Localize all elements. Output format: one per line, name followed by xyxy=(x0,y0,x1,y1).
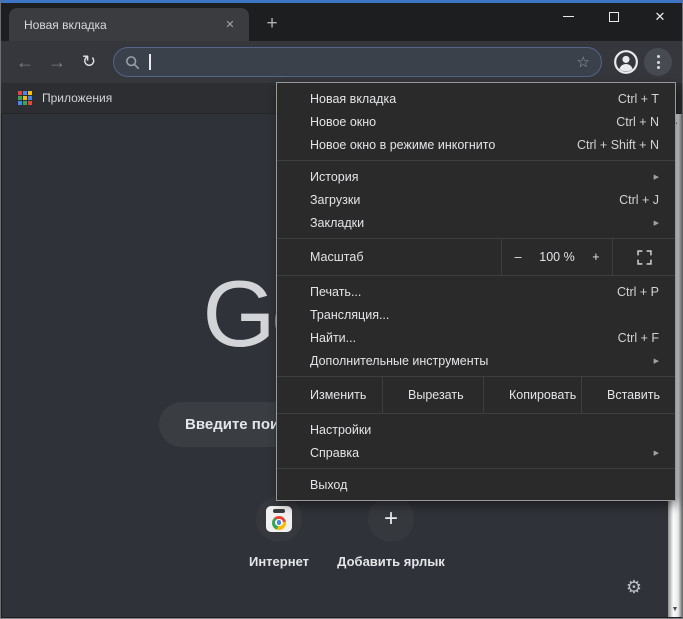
shortcut-text: Ctrl + F xyxy=(617,330,659,345)
maximize-icon xyxy=(609,11,619,22)
menu-item-cast[interactable]: Трансляция... xyxy=(277,303,675,326)
menu-item-new-window[interactable]: Новое окно Ctrl + N xyxy=(277,110,675,133)
plus-icon: + xyxy=(266,13,278,34)
account-circle-icon xyxy=(614,50,638,74)
shortcut-internet-label: Интернет xyxy=(248,554,309,569)
fullscreen-icon xyxy=(636,249,652,265)
menu-item-new-tab[interactable]: Новая вкладка Ctrl + T xyxy=(277,87,675,110)
zoom-out-button[interactable]: – xyxy=(507,250,529,264)
add-shortcut-plus-icon: + xyxy=(383,505,398,532)
menu-item-edit-row: Изменить Вырезать Копировать Вставить xyxy=(277,377,675,413)
menu-item-bookmarks[interactable]: Закладки ▶ xyxy=(277,211,675,234)
copy-button[interactable]: Копировать xyxy=(484,377,581,413)
menu-item-settings[interactable]: Настройки xyxy=(277,418,675,441)
edit-label: Изменить xyxy=(310,388,367,402)
zoom-value: 100 % xyxy=(539,250,575,264)
shortcut-text: Ctrl + J xyxy=(619,192,659,207)
window-controls: ✕ xyxy=(545,0,683,33)
shortcut-internet[interactable]: Интернет xyxy=(223,496,335,569)
menu-item-downloads[interactable]: Загрузки Ctrl + J xyxy=(277,188,675,211)
minimize-icon xyxy=(562,16,574,17)
cut-button[interactable]: Вырезать xyxy=(383,377,483,413)
tab-new-tab[interactable]: Новая вкладка ✕ xyxy=(9,8,249,41)
close-icon: ✕ xyxy=(654,9,666,24)
bookmark-apps[interactable]: Приложения xyxy=(42,91,112,105)
shortcut-text: Ctrl + N xyxy=(616,114,659,129)
gear-icon: ⚙ xyxy=(625,577,642,597)
web-store-icon xyxy=(266,506,292,532)
browser-app-menu: Новая вкладка Ctrl + T Новое окно Ctrl +… xyxy=(276,82,676,501)
menu-item-exit[interactable]: Выход xyxy=(277,473,675,496)
forward-icon: → xyxy=(48,51,66,72)
zoom-label: Масштаб xyxy=(310,250,364,264)
shortcut-add[interactable]: + Добавить ярлык xyxy=(335,496,447,569)
apps-grid-icon xyxy=(18,91,32,105)
shortcut-text: Ctrl + T xyxy=(617,91,659,106)
forward-button[interactable]: → xyxy=(43,48,71,76)
menu-item-history[interactable]: История ▶ xyxy=(277,165,675,188)
back-icon: ← xyxy=(16,51,34,72)
menu-item-incognito[interactable]: Новое окно в режиме инкогнито Ctrl + Shi… xyxy=(277,133,675,156)
scroll-down-icon[interactable]: ▼ xyxy=(668,601,682,617)
tab-close-icon[interactable]: ✕ xyxy=(221,16,239,34)
menu-item-zoom: Масштаб – 100 % + xyxy=(277,239,675,275)
maximize-button[interactable] xyxy=(591,0,637,33)
submenu-arrow-icon: ▶ xyxy=(653,219,659,227)
reload-button[interactable]: ↻ xyxy=(75,48,103,76)
menu-item-find[interactable]: Найти... Ctrl + F xyxy=(277,326,675,349)
reload-icon: ↻ xyxy=(81,52,97,71)
menu-item-more-tools[interactable]: Дополнительные инструменты ▶ xyxy=(277,349,675,372)
submenu-arrow-icon: ▶ xyxy=(653,449,659,457)
customize-gear-button[interactable]: ⚙ xyxy=(626,577,642,598)
profile-button[interactable] xyxy=(612,48,640,76)
submenu-arrow-icon: ▶ xyxy=(653,173,659,181)
browser-window: Новая вкладка ✕ + ✕ ← → ↻ ☆ Приложения В… xyxy=(0,0,683,619)
search-icon xyxy=(126,55,140,69)
fullscreen-button[interactable] xyxy=(613,239,675,275)
toolbar: ← → ↻ ☆ xyxy=(1,41,682,83)
text-cursor xyxy=(149,54,151,70)
browser-menu-button[interactable] xyxy=(644,48,672,76)
close-button[interactable]: ✕ xyxy=(637,0,683,33)
kebab-menu-icon xyxy=(656,55,660,58)
address-bar[interactable]: ☆ xyxy=(113,47,602,77)
shortcut-add-label: Добавить ярлык xyxy=(337,554,445,569)
menu-item-help[interactable]: Справка ▶ xyxy=(277,441,675,464)
tab-title: Новая вкладка xyxy=(24,17,107,32)
minimize-button[interactable] xyxy=(545,0,591,33)
shortcut-add-icon-circle: + xyxy=(368,496,414,542)
new-tab-button[interactable]: + xyxy=(258,10,286,38)
tab-strip: Новая вкладка ✕ + ✕ xyxy=(1,3,682,41)
zoom-in-button[interactable]: + xyxy=(585,250,607,264)
back-button[interactable]: ← xyxy=(11,48,39,76)
menu-item-print[interactable]: Печать... Ctrl + P xyxy=(277,280,675,303)
shortcut-text: Ctrl + Shift + N xyxy=(577,137,659,152)
bookmark-star-icon[interactable]: ☆ xyxy=(577,53,590,71)
shortcut-internet-icon-circle xyxy=(256,496,302,542)
paste-button[interactable]: Вставить xyxy=(582,377,675,413)
shortcut-text: Ctrl + P xyxy=(616,284,659,299)
submenu-arrow-icon: ▶ xyxy=(653,357,659,365)
